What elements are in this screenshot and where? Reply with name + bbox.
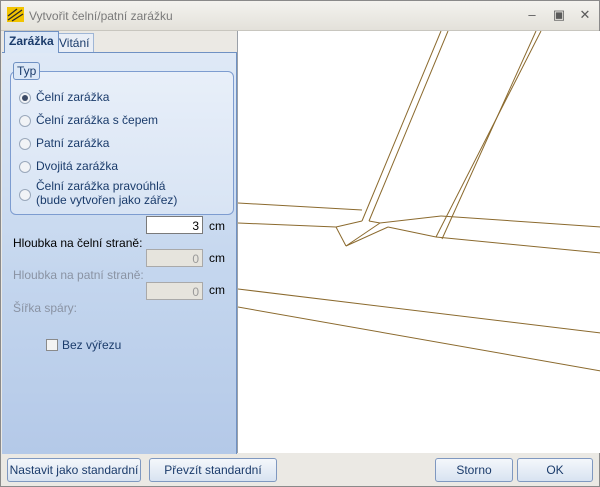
radio-celni-zarazka[interactable]: Čelní zarážka (19, 90, 109, 104)
bez-vyrezu-checkbox[interactable]: Bez výřezu (46, 338, 121, 352)
gap-width-label: Šířka spáry: (13, 301, 78, 315)
dialog-window: Vytvořit čelní/patní zarážku – ▣ ✕ Zaráž… (0, 0, 600, 487)
radio-label: Čelní zarážka (36, 90, 110, 104)
radio-label: Čelní zarážka pravoúhlá (bude vytvořen j… (36, 179, 177, 207)
radio-dot (19, 138, 31, 150)
radio-dvojita-zarazka[interactable]: Dvojitá zarážka (19, 159, 118, 173)
gap-width-unit: cm (209, 283, 225, 297)
depth-front-unit: cm (209, 219, 225, 233)
title-bar: Vytvořit čelní/patní zarážku – ▣ ✕ (1, 1, 599, 31)
radio-dot (19, 115, 31, 127)
checkbox-label: Bez výřezu (62, 338, 122, 352)
radio-celni-zarazka-pravouhla[interactable]: Čelní zarážka pravoúhlá (bude vytvořen j… (19, 179, 177, 207)
set-default-button[interactable]: Nastavit jako standardní (7, 458, 141, 482)
preview-canvas[interactable] (237, 30, 600, 453)
radio-dot (19, 92, 31, 104)
radio-label-line1: Čelní zarážka pravoúhlá (36, 179, 166, 193)
tab-strip: Zarážka Vitání (2, 31, 236, 53)
window-title: Vytvořit čelní/patní zarážku (29, 9, 173, 23)
checkbox-box[interactable] (46, 339, 58, 351)
radio-dot (19, 161, 31, 173)
tab-zarazka[interactable]: Zarážka (4, 31, 59, 53)
maximize-icon[interactable]: ▣ (550, 7, 568, 23)
radio-label-line2: (bude vytvořen jako zářez) (36, 193, 178, 207)
gap-width-input[interactable]: 0 (146, 282, 203, 300)
depth-front-label: Hloubka na čelní straně: (13, 236, 143, 250)
radio-label: Čelní zarážka s čepem (36, 113, 159, 127)
minimize-icon[interactable]: – (523, 7, 541, 23)
depth-front-input[interactable]: 3 (146, 216, 203, 234)
radio-dot (19, 189, 31, 201)
group-legend: Typ (13, 62, 41, 80)
close-icon[interactable]: ✕ (576, 7, 594, 23)
radio-patni-zarazka[interactable]: Patní zarážka (19, 136, 109, 150)
depth-back-unit: cm (209, 251, 225, 265)
ok-button[interactable]: OK (517, 458, 593, 482)
depth-back-label: Hloubka na patní straně: (13, 268, 144, 282)
app-icon (7, 7, 24, 22)
take-default-button[interactable]: Převzít standardní (149, 458, 277, 482)
depth-back-input[interactable]: 0 (146, 249, 203, 267)
cancel-button[interactable]: Storno (435, 458, 513, 482)
radio-label: Dvojitá zarážka (36, 159, 119, 173)
radio-celni-zarazka-s-cepem[interactable]: Čelní zarážka s čepem (19, 113, 158, 127)
tab-vitani[interactable]: Vitání (54, 33, 95, 53)
radio-label: Patní zarážka (36, 136, 110, 150)
type-group: Čelní zarážka Čelní zarážka s čepem Patn… (10, 71, 234, 215)
beam-drawing (237, 30, 600, 372)
